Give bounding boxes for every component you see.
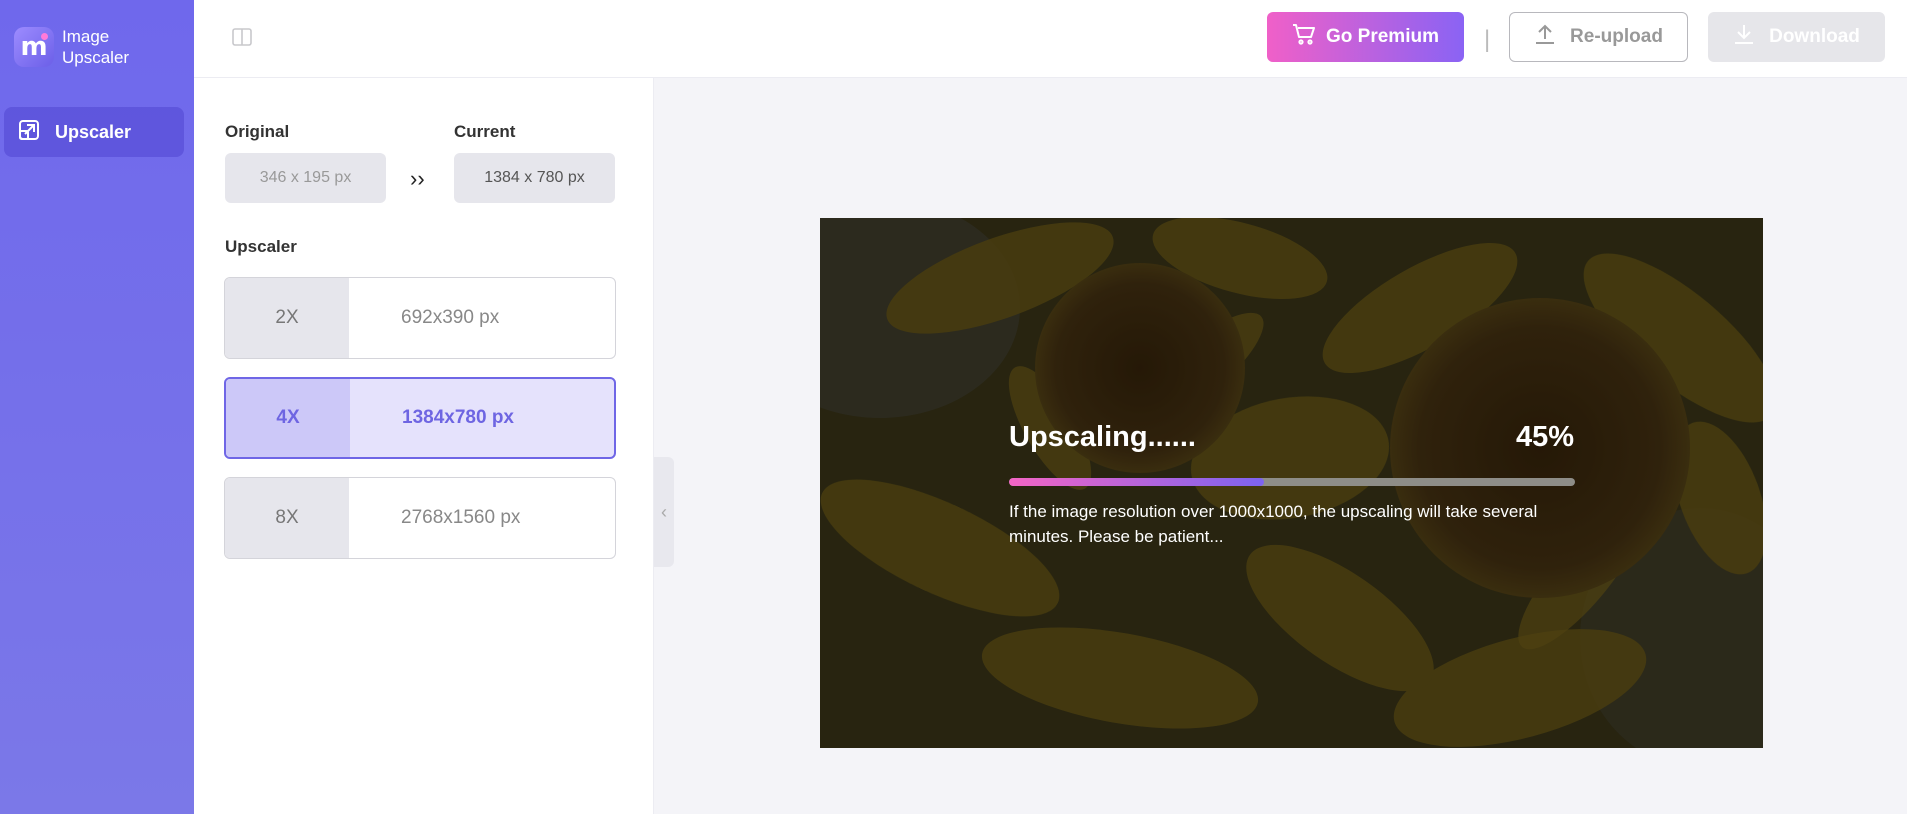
- option-dimensions: 1384x780 px: [402, 407, 514, 428]
- panel-toggle-icon[interactable]: [232, 28, 252, 46]
- upscale-option-8x[interactable]: 8X 2768x1560 px: [224, 477, 616, 559]
- original-size-value: 346 x 195 px: [225, 153, 386, 203]
- upload-icon: [1534, 23, 1570, 51]
- option-multiplier: 2X: [225, 278, 349, 358]
- upscale-option-2x[interactable]: 2X 692x390 px: [224, 277, 616, 359]
- option-multiplier: 4X: [226, 379, 350, 457]
- brand[interactable]: m Image Upscaler: [14, 26, 129, 68]
- sidebar-item-label: Upscaler: [55, 121, 132, 142]
- upscaling-status-title: Upscaling......: [1009, 421, 1196, 453]
- upscale-icon: [17, 118, 41, 147]
- upscaling-percent: 45%: [1515, 421, 1574, 453]
- top-toolbar: Go Premium | Re-upload Download: [194, 0, 1907, 78]
- download-label: Download: [1769, 26, 1860, 47]
- cart-icon: [1292, 23, 1326, 51]
- progress-fill: [1009, 478, 1264, 486]
- brand-name: Image Upscaler: [62, 26, 129, 68]
- settings-panel: Original 346 x 195 px ›› Current 1384 x …: [194, 78, 654, 814]
- download-button[interactable]: Download: [1708, 12, 1885, 62]
- image-preview: Upscaling...... 45% If the image resolut…: [820, 218, 1763, 748]
- arrow-right-icon: ››: [410, 166, 425, 191]
- download-icon: [1733, 23, 1769, 51]
- collapse-panel-button[interactable]: ‹: [654, 457, 674, 567]
- go-premium-label: Go Premium: [1326, 26, 1439, 47]
- re-upload-label: Re-upload: [1570, 26, 1663, 47]
- re-upload-button[interactable]: Re-upload: [1509, 12, 1688, 62]
- go-premium-button[interactable]: Go Premium: [1267, 12, 1464, 62]
- upscaling-note: If the image resolution over 1000x1000, …: [1009, 502, 1538, 546]
- current-size-value: 1384 x 780 px: [454, 153, 615, 203]
- chevron-left-icon: ‹: [661, 501, 667, 522]
- brand-line-2: Upscaler: [62, 48, 130, 67]
- brand-line-1: Image: [62, 27, 110, 46]
- sidebar-item-upscaler[interactable]: Upscaler: [4, 107, 184, 157]
- toolbar-separator: |: [1484, 26, 1491, 53]
- upscaling-progress-bar: [1009, 478, 1575, 486]
- option-multiplier: 8X: [225, 478, 349, 558]
- original-label: Original: [225, 122, 290, 141]
- sidebar: m Image Upscaler Upscaler: [0, 0, 194, 814]
- upscale-option-4x[interactable]: 4X 1384x780 px: [224, 377, 616, 459]
- option-dimensions: 2768x1560 px: [401, 507, 521, 528]
- option-dimensions: 692x390 px: [401, 307, 500, 328]
- current-label: Current: [454, 122, 516, 141]
- app-logo-icon: m: [14, 27, 54, 67]
- upscaler-label: Upscaler: [225, 237, 297, 256]
